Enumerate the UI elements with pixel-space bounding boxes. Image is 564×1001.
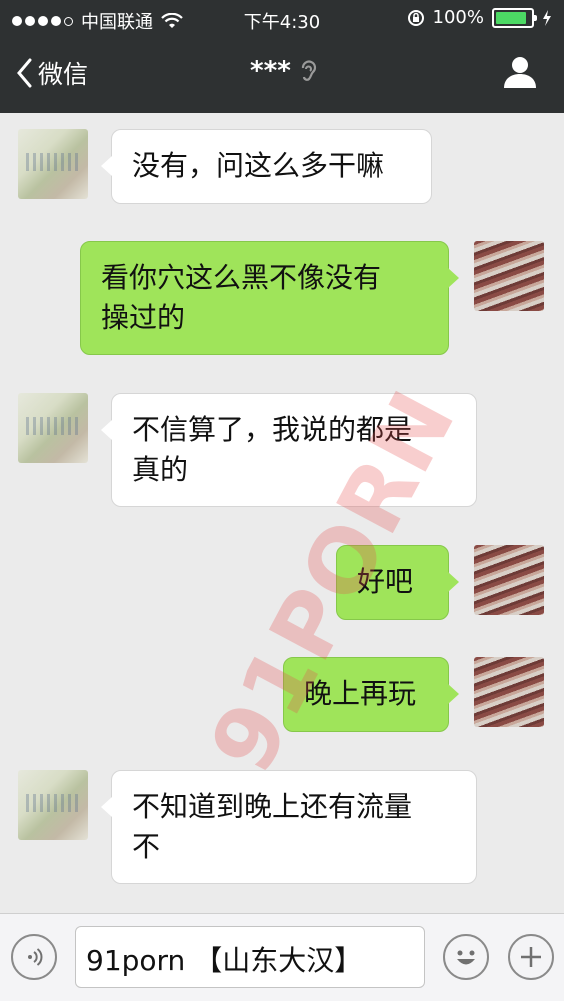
voice-icon: [28, 948, 43, 966]
message-input[interactable]: 91porn 【山东大汉】: [75, 926, 425, 988]
contact-avatar[interactable]: [18, 393, 88, 463]
my-avatar[interactable]: [474, 241, 544, 311]
contact-profile-button[interactable]: [502, 54, 538, 94]
earpiece-mode-icon: [301, 60, 316, 81]
status-right: 100%: [407, 7, 552, 28]
navigation-bar: 微信 ***: [0, 38, 564, 113]
back-button[interactable]: 微信: [16, 55, 88, 91]
message-bubble-incoming[interactable]: 不信算了，我说的都是 真的: [101, 393, 477, 507]
chevron-left-icon: [17, 58, 32, 88]
contact-name: ***: [250, 56, 291, 86]
emoji-icon: [457, 950, 475, 965]
message-bubble-incoming[interactable]: 没有，问这么多干嘛: [101, 129, 432, 204]
message-bubble-outgoing[interactable]: 好吧: [336, 545, 459, 620]
person-icon: [504, 57, 536, 88]
chat-title: ***: [250, 56, 317, 86]
rotation-lock-icon: [407, 9, 424, 26]
voice-input-button[interactable]: [11, 934, 57, 980]
status-bar: 中国联通 下午4:30 100%: [0, 0, 564, 38]
message-bubble-outgoing[interactable]: 看你穴这么黑不像没有 操过的: [80, 241, 459, 355]
message-bubble-outgoing[interactable]: 晚上再玩: [283, 657, 459, 732]
battery-percent: 100%: [432, 7, 484, 28]
my-avatar[interactable]: [474, 657, 544, 727]
more-options-button[interactable]: [508, 934, 554, 980]
message-bubble-incoming[interactable]: 不知道到晚上还有流量 不: [101, 770, 477, 884]
plus-icon: [521, 947, 541, 967]
my-avatar[interactable]: [474, 545, 544, 615]
contact-avatar[interactable]: [18, 129, 88, 199]
top-bar: 中国联通 下午4:30 100% 微信 ***: [0, 0, 564, 113]
emoji-button[interactable]: [443, 934, 489, 980]
battery-level: [496, 11, 526, 24]
contact-avatar[interactable]: [18, 770, 88, 840]
charging-icon: [543, 9, 551, 26]
input-bar: 91porn 【山东大汉】: [0, 913, 564, 1001]
battery-icon: [492, 7, 537, 28]
message-list[interactable]: 没有，问这么多干嘛 看你穴这么黑不像没有 操过的 不信算了，我说的都是 真的 好…: [0, 113, 564, 913]
back-label: 微信: [38, 60, 89, 89]
